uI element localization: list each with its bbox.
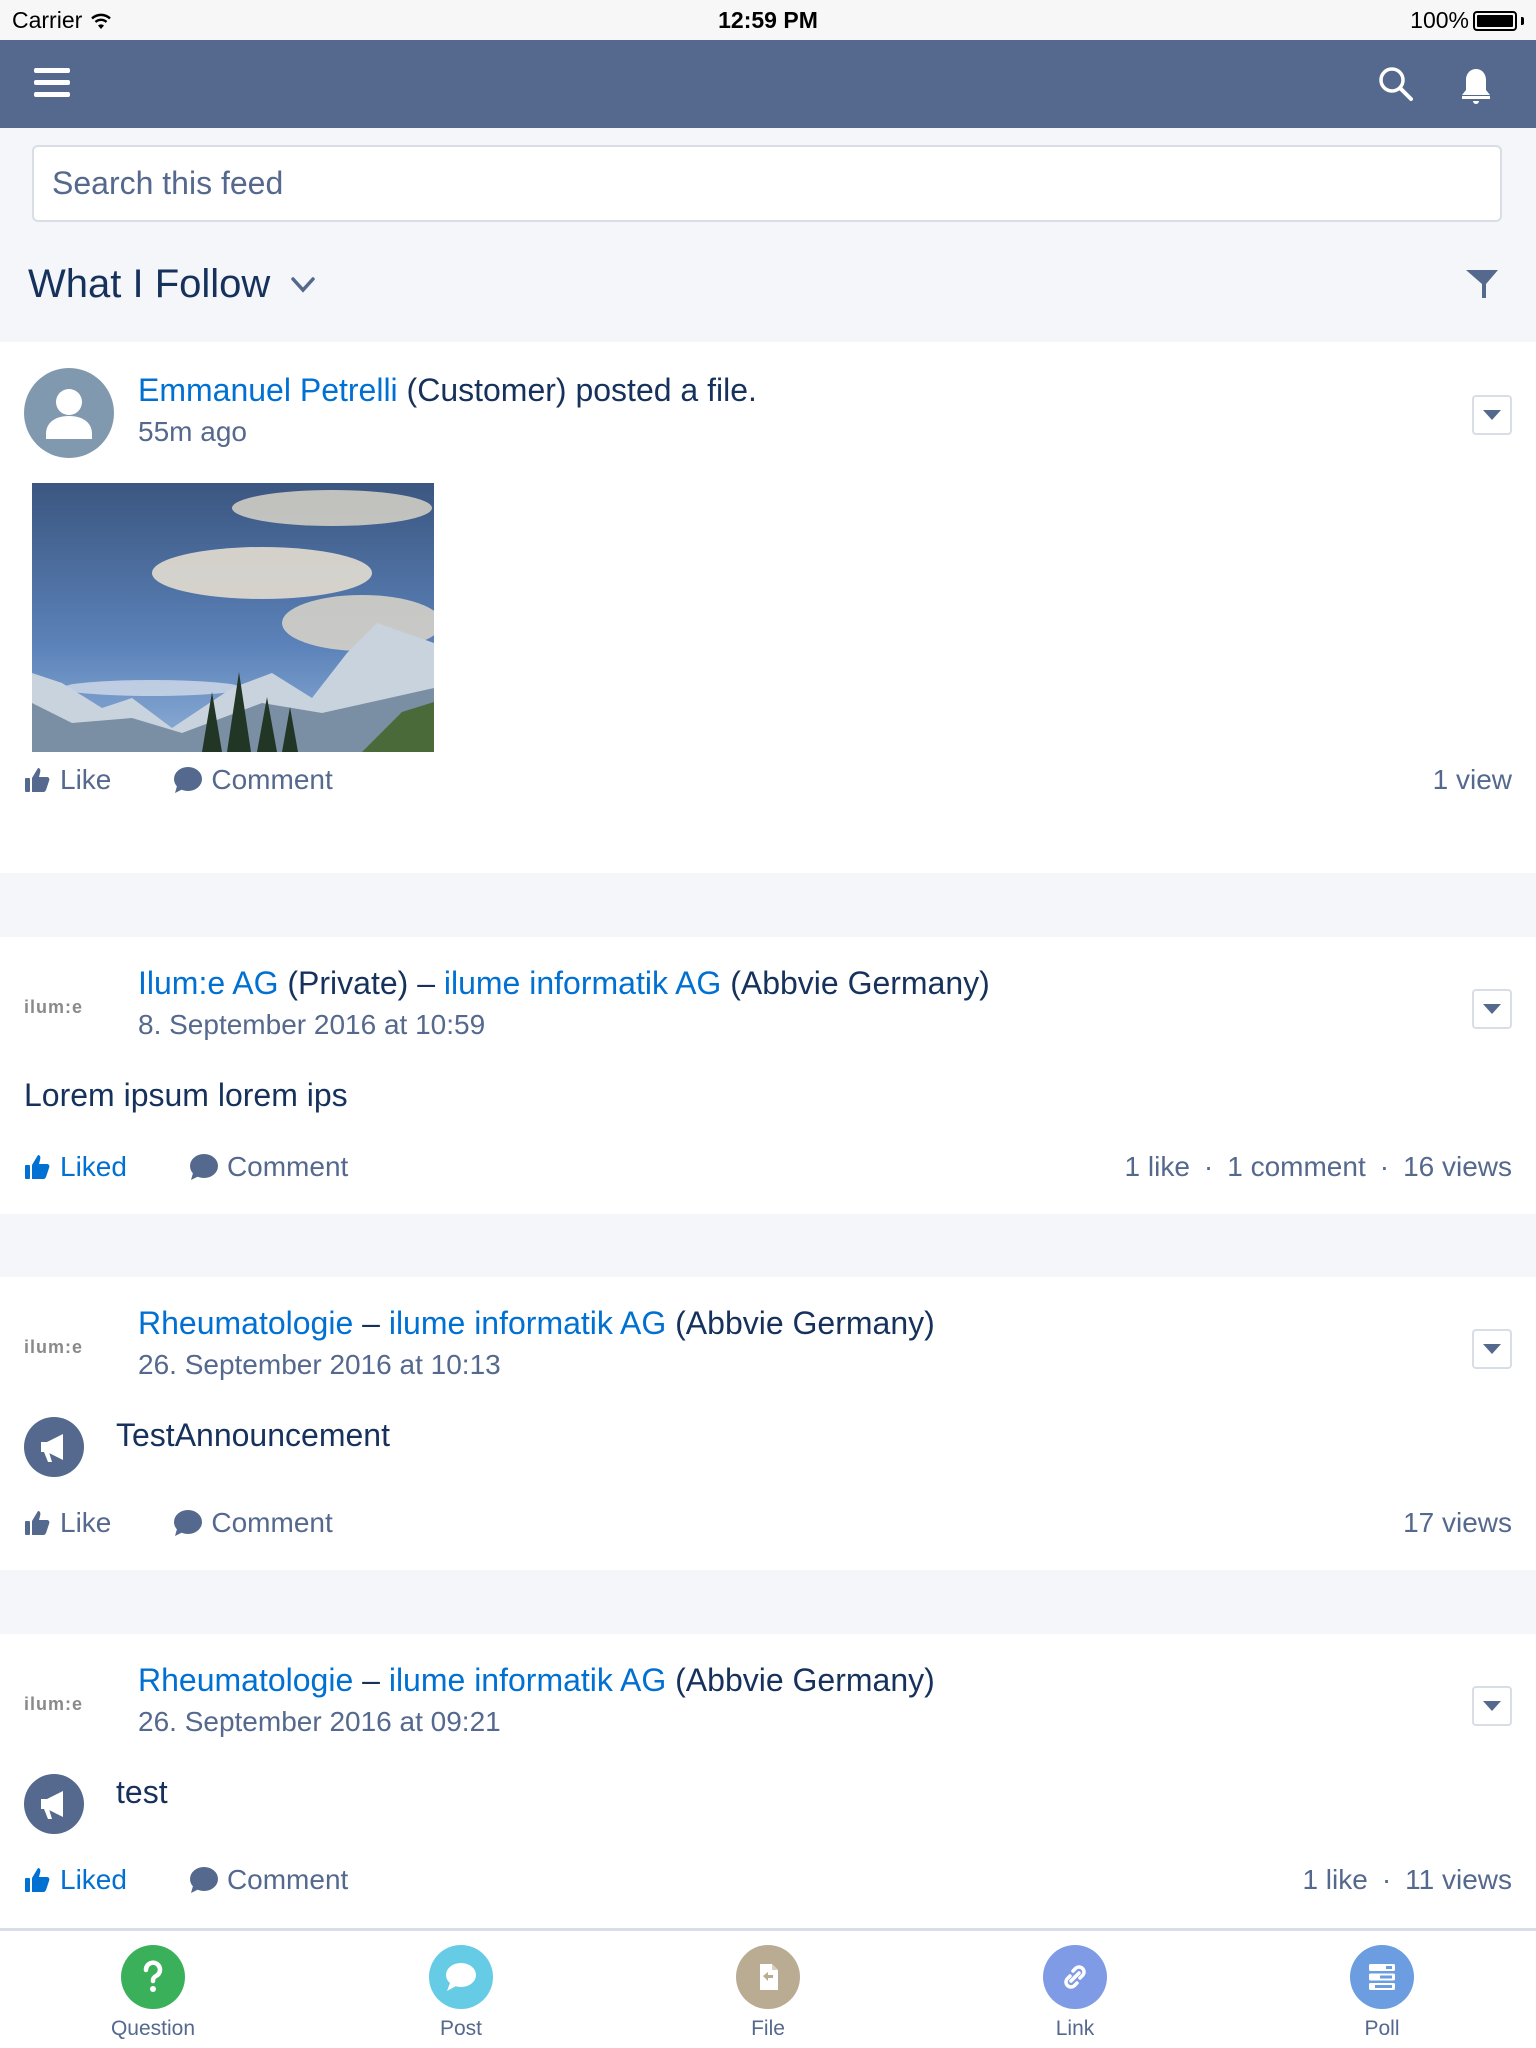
announcement-icon (24, 1774, 84, 1834)
group-avatar[interactable]: ilum:e (24, 1337, 114, 1367)
comment-icon (189, 1867, 218, 1893)
post-timestamp: 55m ago (138, 416, 247, 447)
post-actions-dropdown[interactable] (1472, 989, 1512, 1029)
post-actions: Liked Comment (24, 1864, 410, 1896)
file-icon (736, 1945, 800, 2009)
thumbs-up-icon (25, 1511, 50, 1535)
org-link[interactable]: ilume informatik AG (389, 1662, 666, 1698)
publisher-post-button[interactable]: Post (391, 1945, 531, 2041)
like-button[interactable]: Like (24, 764, 111, 796)
group-avatar[interactable]: ilum:e (24, 997, 114, 1027)
post-header: Rheumatologie – ilume informatik AG (Abb… (138, 1662, 935, 1698)
comment-icon (189, 1154, 218, 1180)
post-icon (429, 1945, 493, 2009)
battery-percent: 100% (1410, 7, 1469, 33)
search-icon[interactable] (1376, 64, 1416, 104)
views-count: 17 views (1403, 1507, 1512, 1538)
announcement-icon (24, 1417, 84, 1477)
group-link[interactable]: Rheumatologie (138, 1305, 353, 1341)
post-actions-dropdown[interactable] (1472, 1686, 1512, 1726)
comments-count[interactable]: 1 comment (1227, 1151, 1366, 1183)
thumbs-up-icon (25, 1155, 50, 1179)
publisher-poll-button[interactable]: Poll (1312, 1945, 1452, 2041)
author-link[interactable]: Emmanuel Petrelli (138, 372, 398, 408)
post-header: Emmanuel Petrelli (Customer) posted a fi… (138, 372, 757, 408)
comment-icon (174, 1510, 203, 1536)
comment-button[interactable]: Comment (189, 1864, 348, 1896)
comment-button[interactable]: Comment (173, 1507, 333, 1539)
post-stats: 17 views (1403, 1507, 1512, 1539)
likes-count[interactable]: 1 like (1125, 1151, 1190, 1183)
feed-item: ilum:e Rheumatologie – ilume informatik … (0, 1277, 1536, 1570)
file-attachment-thumbnail[interactable] (32, 483, 434, 752)
search-feed-box (32, 145, 1502, 222)
like-button[interactable]: Like (24, 1507, 111, 1539)
views-count: 16 views (1403, 1151, 1512, 1182)
chevron-down-icon (291, 276, 316, 293)
post-stats: 1 like · 1 comment · 16 views (1124, 1151, 1512, 1183)
status-bar: Carrier 12:59 PM 100% (0, 0, 1536, 40)
post-stats: 1 like · 11 views (1302, 1864, 1512, 1896)
likes-count[interactable]: 1 like (1302, 1864, 1367, 1896)
org-link[interactable]: ilume informatik AG (389, 1305, 666, 1341)
hamburger-icon[interactable] (34, 68, 70, 98)
post-timestamp: 8. September 2016 at 10:59 (138, 1009, 486, 1040)
org-link[interactable]: ilume informatik AG (444, 965, 721, 1001)
comment-button[interactable]: Comment (173, 764, 333, 796)
group-avatar[interactable]: ilum:e (24, 1694, 114, 1724)
group-link[interactable]: Rheumatologie (138, 1662, 353, 1698)
post-actions-dropdown[interactable] (1472, 1329, 1512, 1369)
post-timestamp: 26. September 2016 at 09:21 (138, 1706, 501, 1737)
link-icon (1043, 1945, 1107, 2009)
post-body: TestAnnouncement (116, 1417, 390, 1453)
feed-item: ilum:e Rheumatologie – ilume informatik … (0, 1634, 1536, 1928)
comment-button[interactable]: Comment (189, 1151, 348, 1183)
feed-title: What I Follow (28, 262, 271, 306)
nav-bar (0, 40, 1536, 128)
bell-icon[interactable] (1454, 64, 1498, 108)
feed-item: Emmanuel Petrelli (Customer) posted a fi… (0, 342, 1536, 873)
poll-icon (1350, 1945, 1414, 2009)
post-timestamp: 26. September 2016 at 10:13 (138, 1349, 501, 1380)
publisher-bar: Question Post File Link Poll (0, 1928, 1536, 2048)
feed-selector[interactable]: What I Follow (28, 262, 316, 307)
views-count: 11 views (1405, 1864, 1512, 1895)
question-icon (121, 1945, 185, 2009)
thumbs-up-icon (25, 768, 50, 792)
post-actions: Like Comment (24, 1507, 395, 1539)
publisher-question-button[interactable]: Question (83, 1945, 223, 2041)
liked-button[interactable]: Liked (24, 1864, 127, 1896)
battery: 100% (1410, 7, 1524, 34)
publisher-link-button[interactable]: Link (1005, 1945, 1145, 2041)
liked-button[interactable]: Liked (24, 1151, 127, 1183)
publisher-file-button[interactable]: File (698, 1945, 838, 2041)
thumbs-up-icon (25, 1868, 50, 1892)
post-actions-dropdown[interactable] (1472, 395, 1512, 435)
user-avatar[interactable] (24, 368, 114, 458)
group-link[interactable]: Ilum:e AG (138, 965, 279, 1001)
post-header: Ilum:e AG (Private) – ilume informatik A… (138, 965, 990, 1001)
battery-icon (1473, 10, 1517, 31)
post-actions: Liked Comment (24, 1151, 410, 1183)
person-icon (46, 389, 92, 439)
feed-item: ilum:e Ilum:e AG (Private) – ilume infor… (0, 937, 1536, 1214)
post-body: test (116, 1774, 168, 1810)
post-stats: 1 view (1432, 764, 1512, 795)
filter-icon[interactable] (1462, 266, 1502, 302)
clock: 12:59 PM (718, 7, 818, 33)
comment-icon (174, 767, 203, 793)
post-header: Rheumatologie – ilume informatik AG (Abb… (138, 1305, 935, 1341)
post-actions: Like Comment (24, 764, 395, 796)
search-feed-input[interactable] (34, 147, 1500, 220)
landscape-image (32, 483, 434, 752)
post-body: Lorem ipsum lorem ips (24, 1077, 348, 1113)
